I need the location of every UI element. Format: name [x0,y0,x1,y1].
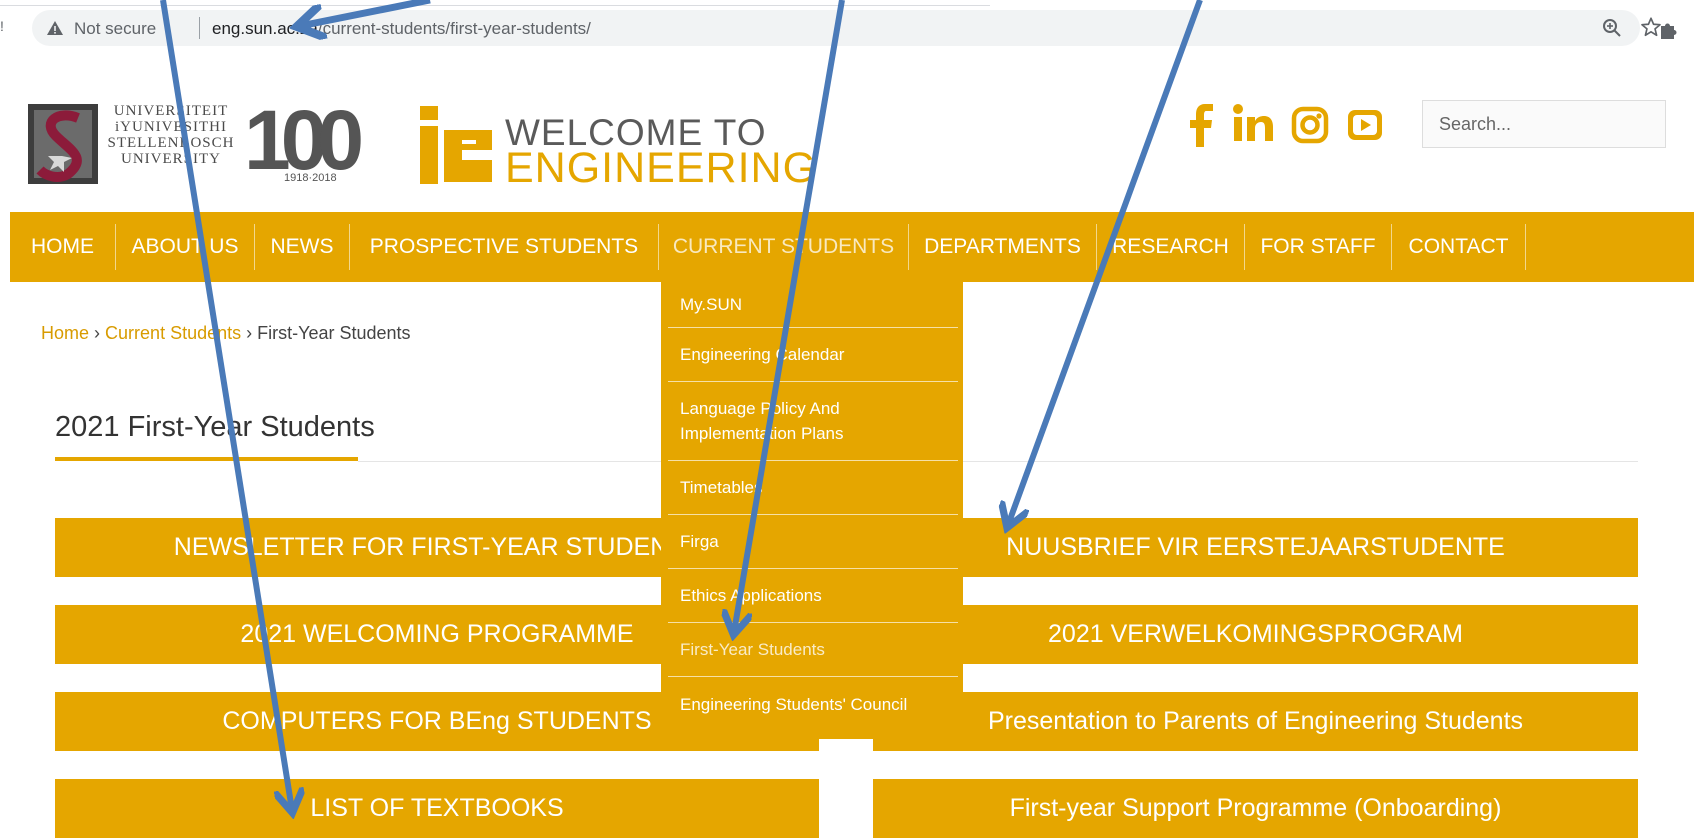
nav-news[interactable]: NEWS [255,224,350,270]
breadcrumb-current: First-Year Students [257,323,411,343]
tab-strip [0,0,990,6]
extensions-puzzle-icon[interactable] [1658,18,1680,40]
dropdown-item-firga[interactable]: Firga [668,515,958,569]
nav-about-us[interactable]: ABOUT US [116,224,255,270]
dropdown-item-students-council[interactable]: Engineering Students' Council [668,677,958,731]
nav-prospective-students[interactable]: PROSPECTIVE STUDENTS [350,224,659,270]
ie-logo-icon[interactable] [418,106,494,184]
button-label: COMPUTERS FOR BEng STUDENTS [222,707,652,735]
warning-icon[interactable] [46,19,64,37]
university-name-line: UNIVERSITY [121,151,221,167]
current-students-dropdown: My.SUN Engineering Calendar Language Pol… [661,282,963,739]
title-underline [55,457,358,461]
tab-fragment: ! [0,18,4,34]
breadcrumb: Home › Current Students › First-Year Stu… [41,323,411,344]
dropdown-item-label: Ethics Applications [680,586,822,605]
stellenbosch-crest-logo[interactable] [28,104,98,184]
centenary-years: 1918·2018 [284,172,337,184]
button-label: NUUSBRIEF VIR EERSTEJAARSTUDENTE [1006,533,1505,561]
youtube-icon[interactable] [1345,103,1385,147]
dropdown-item-label: First-Year Students [680,640,825,659]
url-host: eng.sun.ac.za [212,19,318,38]
dropdown-item-first-year-students[interactable]: First-Year Students [668,623,958,677]
dropdown-item-label: Language Policy And Implementation Plans [680,399,844,443]
centenary-logo: 100 [244,93,364,187]
breadcrumb-separator: › [94,323,101,343]
linkedin-icon[interactable] [1232,103,1274,147]
university-name-line: iYUNIVESITHI [115,119,227,135]
dropdown-item-engineering-calendar[interactable]: Engineering Calendar [668,328,958,382]
list-of-textbooks-button[interactable]: LIST OF TEXTBOOKS [55,779,819,838]
dropdown-item-ethics-applications[interactable]: Ethics Applications [668,569,958,623]
dropdown-item-label: My.SUN [680,295,743,314]
dropdown-item-label: Firga [680,532,719,551]
nav-research[interactable]: RESEARCH [1097,224,1245,270]
verwelkomingsprogram-button[interactable]: 2021 VERWELKOMINGSPROGRAM [873,605,1638,664]
button-label: First-year Support Programme (Onboarding… [1009,794,1502,822]
university-name: UNIVERSITEIT iYUNIVESITHI STELLENBOSCH U… [106,103,236,167]
dropdown-item-label: Engineering Students' Council [680,694,908,714]
dropdown-item-label: Engineering Calendar [680,345,845,364]
button-label: 2021 WELCOMING PROGRAMME [240,620,634,648]
search-input[interactable] [1422,100,1666,148]
nav-departments[interactable]: DEPARTMENTS [909,224,1097,270]
address-bar[interactable]: Not secure eng.sun.ac.za/current-student… [32,10,1661,46]
support-programme-button[interactable]: First-year Support Programme (Onboarding… [873,779,1638,838]
button-label: LIST OF TEXTBOOKS [310,794,564,822]
dropdown-item-mysun[interactable]: My.SUN [668,282,958,328]
nav-for-staff[interactable]: FOR STAFF [1245,224,1392,270]
breadcrumb-home[interactable]: Home [41,323,89,343]
nav-contact[interactable]: CONTACT [1392,224,1526,270]
main-nav: HOME ABOUT US NEWS PROSPECTIVE STUDENTS … [10,212,1694,282]
address-separator [199,17,200,39]
zoom-icon[interactable] [1602,18,1622,38]
url-path: /current-students/first-year-students/ [317,19,591,38]
faculty-heading: ENGINEERING [505,144,818,192]
button-label: Presentation to Parents of Engineering S… [987,707,1524,735]
nuusbrief-button[interactable]: NUUSBRIEF VIR EERSTEJAARSTUDENTE [873,518,1638,577]
tab-strip-right [990,0,1694,6]
instagram-icon[interactable] [1290,103,1330,147]
presentation-to-parents-button[interactable]: Presentation to Parents of Engineering S… [873,692,1638,751]
university-name-line: UNIVERSITEIT [113,103,229,119]
button-label: NEWSLETTER FOR FIRST-YEAR STUDENTS [173,533,701,561]
dropdown-item-label: Timetables [680,478,763,497]
dropdown-item-language-policy[interactable]: Language Policy And Implementation Plans [668,382,958,461]
page-title: 2021 First-Year Students [55,411,375,443]
browser-toolbar: ! Not secure eng.sun.ac.za/current-stude… [0,0,1694,56]
facebook-icon[interactable] [1188,103,1216,147]
title-divider [358,461,1638,462]
breadcrumb-current-students[interactable]: Current Students [105,323,241,343]
dropdown-gap [819,739,873,779]
nav-current-students[interactable]: CURRENT STUDENTS [659,224,909,270]
university-name-line: STELLENBOSCH [107,135,235,151]
nav-home[interactable]: HOME [10,224,116,270]
security-label[interactable]: Not secure [74,19,156,39]
url-text[interactable]: eng.sun.ac.za/current-students/first-yea… [212,19,591,39]
button-label: 2021 VERWELKOMINGSPROGRAM [1048,620,1463,648]
dropdown-item-timetables[interactable]: Timetables [668,461,958,515]
breadcrumb-separator: › [246,323,253,343]
